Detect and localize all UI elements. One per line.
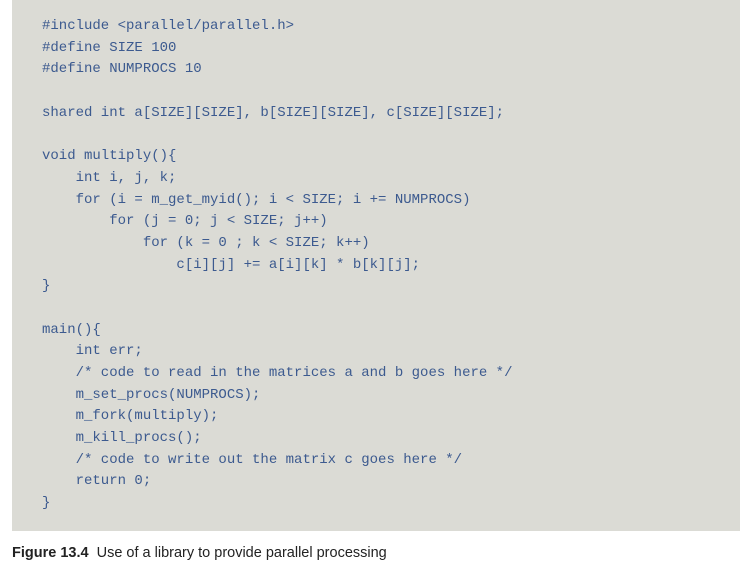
figure-caption-text: Use of a library to provide parallel pro… <box>97 545 387 561</box>
figure-label: Figure 13.4 <box>12 545 89 561</box>
figure-container: #include <parallel/parallel.h> #define S… <box>0 0 752 569</box>
figure-caption: Figure 13.4 Use of a library to provide … <box>0 531 752 569</box>
code-listing: #include <parallel/parallel.h> #define S… <box>12 0 740 531</box>
